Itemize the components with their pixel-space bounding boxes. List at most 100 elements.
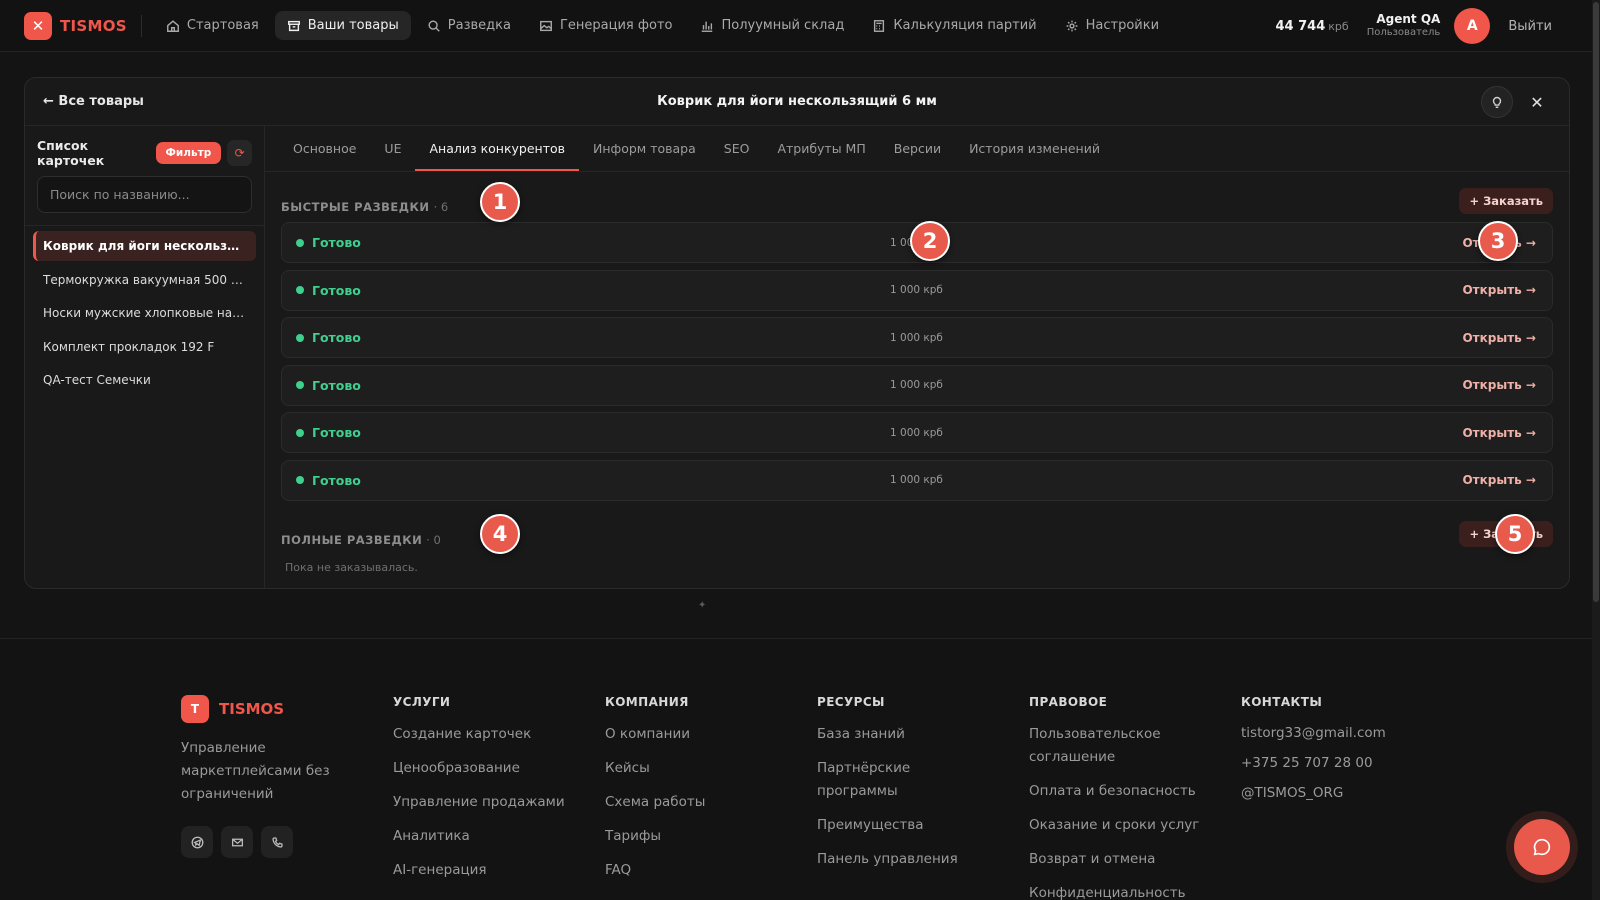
status-dot-icon	[296, 286, 304, 294]
footer-col-services: УСЛУГИ Создание карточек Ценообразование…	[393, 695, 568, 893]
tab-product-info[interactable]: Информ товара	[579, 141, 710, 171]
table-row: Готово 1 000 крб Открыть →	[281, 412, 1553, 453]
nav-item-settings[interactable]: Настройки	[1053, 11, 1171, 40]
footer-link[interactable]: Создание карточек	[393, 723, 568, 746]
footer-link[interactable]: Управление продажами	[393, 791, 568, 814]
nav-item-label: Калькуляция партий	[893, 18, 1037, 33]
footer-logo-text: TISMOS	[219, 700, 285, 718]
footer-link[interactable]: Ценообразование	[393, 757, 568, 780]
top-bar: ✕ TISMOS Стартовая Ваши товары Разведка …	[0, 0, 1592, 52]
tab-versions[interactable]: Версии	[880, 141, 955, 171]
nav-item-recon[interactable]: Разведка	[415, 11, 523, 40]
footer-link[interactable]: Кейсы	[605, 757, 780, 780]
open-link[interactable]: Открыть →	[1462, 331, 1536, 345]
footer-link[interactable]: Оплата и безопасность	[1029, 780, 1204, 803]
top-right-area: 44 744 крб Agent QA Пользователь A Выйти	[1276, 0, 1552, 52]
open-link[interactable]: Открыть →	[1462, 283, 1536, 297]
footer-link[interactable]: Партнёрские программы	[817, 757, 992, 803]
footer-link[interactable]: Тарифы	[605, 825, 780, 848]
app-logo[interactable]: ✕ TISMOS	[24, 11, 127, 40]
footer-link[interactable]: Панель управления	[817, 848, 992, 871]
close-button[interactable]: ✕	[1523, 88, 1551, 116]
page-scrollbar[interactable]	[1592, 0, 1600, 900]
tab-history[interactable]: История изменений	[955, 141, 1114, 171]
footer-link[interactable]: FAQ	[605, 859, 780, 882]
section-title: ПОЛНЫЕ РАЗВЕДКИ	[281, 533, 423, 547]
nav-item-products[interactable]: Ваши товары	[274, 11, 411, 40]
phone-button[interactable]	[261, 826, 293, 858]
footer-col-title: УСЛУГИ	[393, 695, 451, 709]
footer-link[interactable]: Преимущества	[817, 814, 992, 837]
order-quick-recon-button[interactable]: + Заказать	[1459, 188, 1553, 214]
nav-item-label: Разведка	[447, 18, 511, 33]
open-link[interactable]: Открыть →	[1462, 473, 1536, 487]
footer-link[interactable]: Аналитика	[393, 825, 568, 848]
tab-competitor-analysis[interactable]: Анализ конкурентов	[415, 141, 580, 171]
list-item[interactable]: Термокружка вакуумная 500 мл	[33, 265, 256, 295]
status-badge: Готово	[296, 235, 361, 250]
main-nav: Стартовая Ваши товары Разведка Генерация…	[154, 11, 1171, 40]
nav-item-label: Стартовая	[186, 18, 259, 33]
annotation-marker-2: 2	[910, 221, 950, 261]
home-icon	[166, 19, 179, 32]
annotation-marker-1: 1	[480, 182, 520, 222]
user-role: Пользователь	[1366, 27, 1441, 39]
status-text: Готово	[312, 377, 361, 393]
annotation-marker-4: 4	[480, 514, 520, 554]
user-info[interactable]: Agent QA Пользователь	[1366, 13, 1441, 39]
nav-item-home[interactable]: Стартовая	[154, 11, 271, 40]
phone-icon	[271, 836, 283, 848]
status-badge: Готово	[296, 283, 361, 298]
tab-main[interactable]: Основное	[279, 141, 370, 171]
avatar[interactable]: A	[1454, 8, 1491, 44]
card-title: Термокружка вакуумная 500 мл	[43, 272, 246, 287]
chat-button[interactable]	[1514, 819, 1570, 875]
hint-button[interactable]	[1481, 86, 1513, 118]
card-title: Носки мужские хлопковые набор	[43, 306, 246, 320]
list-item[interactable]: Коврик для йоги нескользящий 6 мм	[33, 231, 256, 261]
nav-item-warehouse[interactable]: Полуумный склад	[688, 11, 856, 40]
footer-brand: T TISMOS Управление маркетплейсами без о…	[181, 695, 331, 858]
nav-item-batch-calc[interactable]: Калькуляция партий	[860, 11, 1048, 40]
contact-phone[interactable]: +375 25 707 28 00	[1241, 753, 1386, 773]
product-tabs: Основное UE Анализ конкурентов Информ то…	[265, 126, 1569, 172]
footer-logo[interactable]: T TISMOS	[181, 695, 331, 723]
quick-recon-header: БЫСТРЫЕ РАЗВЕДКИ · 6 + Заказать	[281, 188, 1553, 214]
list-item[interactable]: Комплект прокладок 192 F	[33, 332, 256, 362]
footer-link[interactable]: Схема работы	[605, 791, 780, 814]
chat-icon	[1533, 838, 1551, 856]
tab-mp-attributes[interactable]: Атрибуты МП	[763, 141, 879, 171]
list-item[interactable]: QA-тест Семечки	[33, 365, 256, 395]
search-field[interactable]	[37, 176, 252, 213]
footer-link[interactable]: Возврат и отмена	[1029, 848, 1204, 871]
footer-link[interactable]: База знаний	[817, 723, 992, 746]
back-to-products-link[interactable]: ← Все товары	[43, 94, 144, 109]
tab-ue[interactable]: UE	[370, 141, 415, 171]
footer-link[interactable]: AI-генерация	[393, 859, 568, 882]
telegram-button[interactable]	[181, 826, 213, 858]
search-input[interactable]	[50, 187, 239, 202]
footer-link[interactable]: Пользовательское соглашение	[1029, 723, 1179, 769]
table-row: Готово 1 000 крб Открыть →	[281, 459, 1553, 501]
footer-col-title: ПРАВОВОЕ	[1029, 695, 1108, 709]
footer-link[interactable]: О компании	[605, 723, 780, 746]
open-link[interactable]: Открыть →	[1462, 426, 1536, 440]
footer-link[interactable]: Оказание и сроки услуг	[1029, 814, 1204, 837]
filter-button[interactable]: Фильтр	[155, 142, 222, 164]
tab-seo[interactable]: SEO	[710, 141, 764, 171]
logout-button[interactable]: Выйти	[1508, 19, 1552, 34]
scrollbar-thumb[interactable]	[1593, 2, 1599, 602]
section-count: · 0	[426, 533, 441, 547]
open-link[interactable]: Открыть →	[1462, 378, 1536, 392]
sidebar-divider	[25, 225, 264, 226]
status-text: Готово	[312, 425, 361, 440]
email-button[interactable]	[221, 826, 253, 858]
footer-link[interactable]: Конфиденциальность	[1029, 882, 1204, 900]
refresh-icon[interactable]: ⟳	[227, 140, 252, 166]
list-item[interactable]: Носки мужские хлопковые набор	[33, 298, 256, 328]
contact-telegram[interactable]: @TISMOS_ORG	[1241, 783, 1386, 803]
nav-item-photo-gen[interactable]: Генерация фото	[527, 11, 685, 40]
chart-icon	[702, 21, 713, 32]
contact-email[interactable]: tistorg33@gmail.com	[1241, 723, 1386, 743]
status-dot-icon	[296, 428, 304, 437]
